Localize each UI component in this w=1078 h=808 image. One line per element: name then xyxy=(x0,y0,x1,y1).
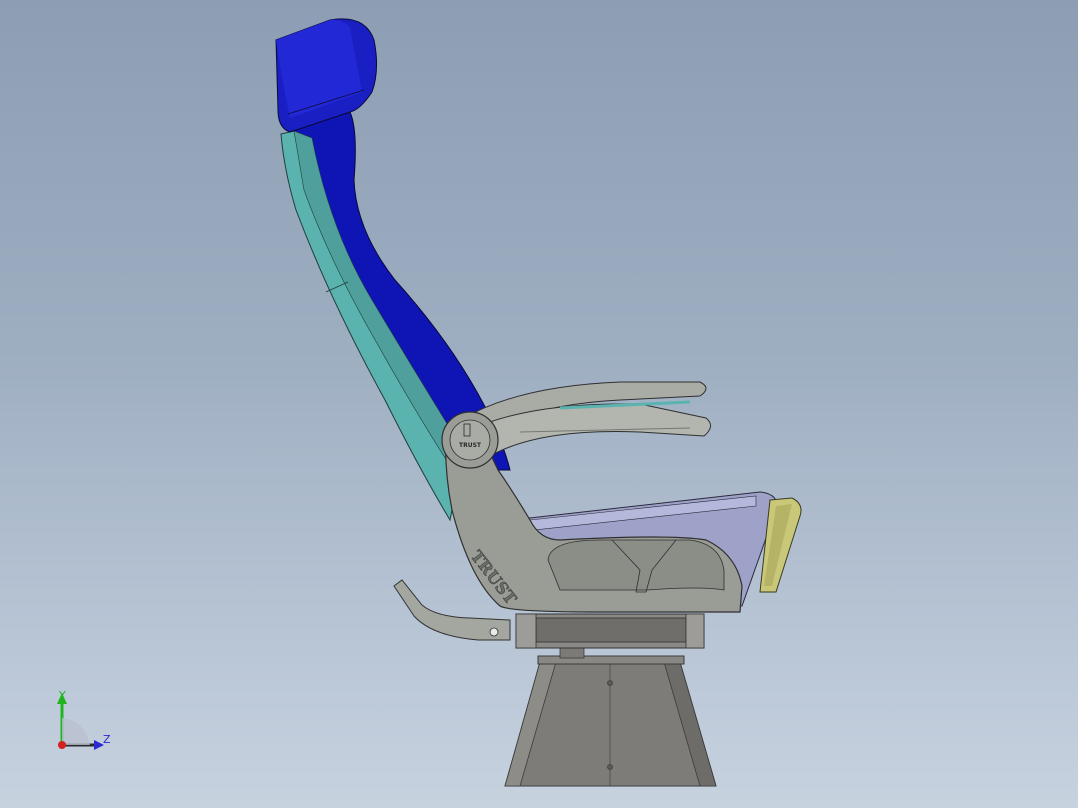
seat-model[interactable]: TRUST TRUST xyxy=(275,18,802,787)
headrest xyxy=(275,18,378,133)
pedestal xyxy=(504,647,717,787)
triad-y-label: Y xyxy=(58,689,66,702)
armrest-badge: TRUST xyxy=(459,442,482,449)
armrest: TRUST xyxy=(441,381,711,469)
cad-viewport[interactable]: TRUST TRUST Y Z xyxy=(0,0,1078,808)
triad-z-label: Z xyxy=(103,733,111,746)
reference-triad: Y Z xyxy=(57,689,111,750)
swivel-mechanism xyxy=(515,613,705,649)
